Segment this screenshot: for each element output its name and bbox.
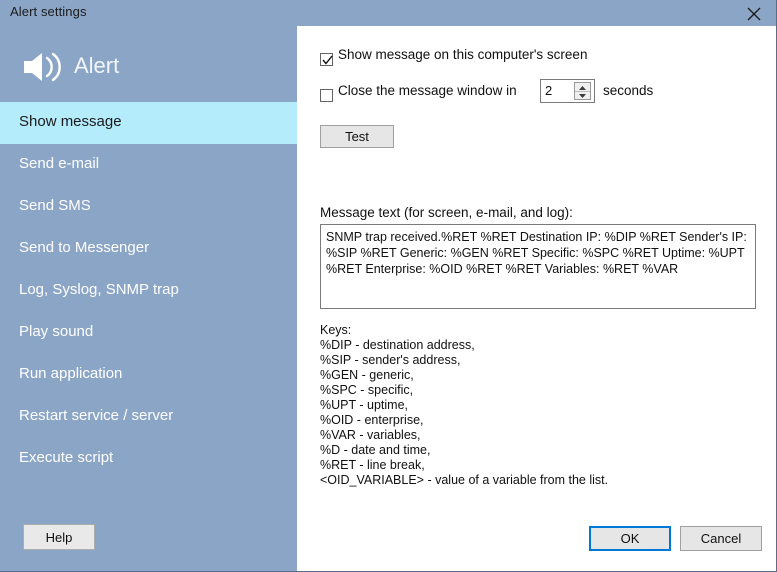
sidebar-item-show-message[interactable]: Show message xyxy=(0,102,297,144)
speaker-volume-icon xyxy=(22,50,66,84)
sidebar-item-run-application[interactable]: Run application xyxy=(0,354,297,396)
sidebar-item-send-sms[interactable]: Send SMS xyxy=(0,186,297,228)
sidebar-item-label: Run application xyxy=(19,365,123,382)
sidebar-brand-label: Alert xyxy=(74,53,120,78)
sidebar-item-send-email[interactable]: Send e-mail xyxy=(0,144,297,186)
sidebar-item-log-syslog-snmp-trap[interactable]: Log, Syslog, SNMP trap xyxy=(0,270,297,312)
sidebar-item-label: Log, Syslog, SNMP trap xyxy=(19,281,179,298)
chevron-up-icon[interactable] xyxy=(575,83,590,91)
seconds-value: 2 xyxy=(545,83,553,98)
close-window-checkbox[interactable] xyxy=(320,89,333,102)
sidebar-item-label: Restart service / server xyxy=(19,407,174,424)
test-button[interactable]: Test xyxy=(320,125,394,148)
message-text-input[interactable] xyxy=(320,224,756,309)
sidebar-item-label: Send to Messenger xyxy=(19,239,150,256)
main-panel: Show message on this computer's screen C… xyxy=(298,26,776,571)
sidebar-item-label: Send e-mail xyxy=(19,155,100,172)
cancel-button[interactable]: Cancel xyxy=(680,526,762,551)
seconds-stepper[interactable]: 2 xyxy=(540,79,595,103)
alert-settings-dialog: Alert settings Alert Show message Send e… xyxy=(0,0,777,572)
help-button[interactable]: Help xyxy=(23,524,95,550)
keys-legend: Keys: %DIP - destination address, %SIP -… xyxy=(320,323,609,487)
sidebar-item-execute-script[interactable]: Execute script xyxy=(0,438,297,480)
window-title: Alert settings xyxy=(10,4,87,19)
close-icon[interactable] xyxy=(731,0,776,26)
sidebar-item-send-to-messenger[interactable]: Send to Messenger xyxy=(0,228,297,270)
sidebar-item-restart-service-server[interactable]: Restart service / server xyxy=(0,396,297,438)
seconds-unit-label: seconds xyxy=(603,83,654,98)
show-message-checkbox[interactable] xyxy=(320,53,333,66)
title-bar: Alert settings xyxy=(0,0,776,26)
sidebar-item-label: Show message xyxy=(19,113,122,130)
sidebar-item-label: Play sound xyxy=(19,323,94,340)
show-message-label: Show message on this computer's screen xyxy=(338,47,588,62)
sidebar-item-play-sound[interactable]: Play sound xyxy=(0,312,297,354)
close-window-label: Close the message window in xyxy=(338,83,517,98)
ok-button[interactable]: OK xyxy=(589,526,671,551)
chevron-down-icon[interactable] xyxy=(575,91,590,99)
message-text-label: Message text (for screen, e-mail, and lo… xyxy=(320,205,573,220)
sidebar-item-label: Execute script xyxy=(19,449,114,466)
sidebar-brand: Alert xyxy=(0,26,297,102)
sidebar-item-label: Send SMS xyxy=(19,197,91,214)
seconds-stepper-buttons[interactable] xyxy=(574,82,591,100)
sidebar: Alert Show message Send e-mail Send SMS … xyxy=(0,26,297,571)
